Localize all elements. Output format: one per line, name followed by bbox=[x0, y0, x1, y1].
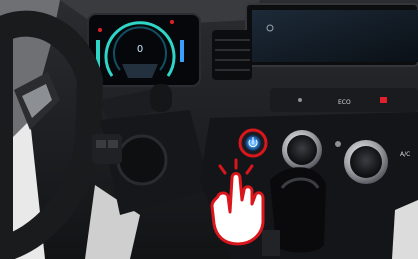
car-interior-photo: 0 ECO A/C bbox=[0, 0, 418, 259]
infotainment-screen bbox=[245, 3, 418, 67]
hazard-icon bbox=[380, 97, 387, 103]
car-graphic bbox=[122, 64, 158, 78]
eco-label: ECO bbox=[338, 99, 351, 106]
warning-light-right bbox=[170, 20, 174, 24]
climate-knob-right bbox=[344, 140, 388, 184]
climate-knob-left bbox=[282, 130, 322, 170]
column-shroud bbox=[116, 134, 168, 186]
air-vent bbox=[212, 30, 252, 80]
ac-label: A/C bbox=[400, 151, 410, 158]
speed-readout: 0 bbox=[137, 44, 143, 55]
fan-icon bbox=[335, 141, 341, 147]
temp-bar bbox=[180, 40, 184, 62]
climate-button-strip: ECO bbox=[270, 88, 418, 112]
left-switch-panel bbox=[92, 134, 122, 164]
defrost-icon bbox=[298, 98, 302, 102]
warning-light-left bbox=[98, 28, 102, 32]
photo-canvas: 0 ECO A/C bbox=[0, 0, 418, 259]
start-stop-button[interactable] bbox=[238, 128, 268, 158]
instrument-cluster: 0 bbox=[87, 13, 201, 87]
